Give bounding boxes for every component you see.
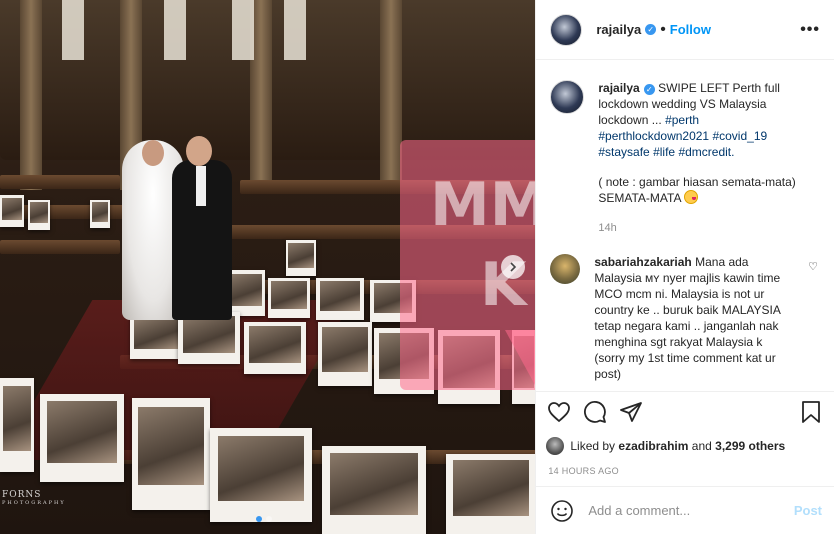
likes-summary: Liked by ezadibrahim and 3,299 others — [546, 434, 824, 458]
guest-photo — [210, 428, 312, 522]
caption-author-avatar[interactable] — [550, 80, 585, 114]
hashtag-link[interactable]: #perthlockdown2021 — [598, 129, 709, 143]
commenter-avatar[interactable] — [550, 254, 581, 284]
add-comment-bar: Post — [536, 486, 834, 534]
hashtag-link[interactable]: #staysafe — [598, 145, 649, 159]
author-username[interactable]: rajailya — [596, 22, 641, 37]
chevron-right-icon — [510, 262, 517, 272]
guest-photo — [40, 394, 124, 482]
guest-photo — [244, 322, 306, 374]
post-timestamp[interactable]: 14 HOURS AGO — [548, 466, 824, 476]
guest-photo — [268, 278, 310, 318]
post-media[interactable]: MM K FORNS PHOTOGRAPHY — [0, 0, 536, 534]
action-icons — [546, 396, 824, 428]
groom-shirt — [196, 166, 206, 206]
church-pillar — [380, 0, 402, 190]
church-banner — [164, 0, 186, 60]
guest-photo — [130, 315, 182, 359]
photo-credit: FORNS PHOTOGRAPHY — [2, 490, 66, 506]
liker-avatar[interactable] — [546, 437, 565, 455]
photo-credit-sub: PHOTOGRAPHY — [2, 500, 66, 506]
hashtag-link[interactable]: #dmcredit. — [678, 145, 734, 159]
groom-head — [186, 136, 212, 166]
bride-head — [142, 140, 164, 166]
guest-photo — [286, 240, 316, 276]
commenter-username[interactable]: sabariahzakariah — [594, 255, 691, 269]
liker-username[interactable]: ezadibrahim — [618, 439, 688, 453]
watermark-text-top: MM — [430, 170, 536, 240]
caption-note: ( note : gambar hiasan semata-mata) SEMA… — [598, 174, 808, 206]
comments-section[interactable]: rajailya ✓ SWIPE LEFT Perth full lockdown… — [536, 60, 834, 391]
comment-text: Mana ada Malaysia ᴍʏ nyer majlis kawin t… — [594, 255, 781, 381]
guest-photo — [0, 378, 34, 472]
guest-photo — [28, 200, 50, 230]
comment-like-heart-icon[interactable]: ♡ — [808, 260, 818, 273]
guest-photo — [446, 454, 536, 534]
church-banner — [62, 0, 84, 60]
post-actions: Liked by ezadibrahim and 3,299 others 14… — [536, 391, 834, 486]
photo-credit-main: FORNS — [2, 490, 42, 500]
church-banner — [232, 0, 254, 60]
more-options-icon[interactable]: ••• — [800, 21, 820, 39]
hashtag-link[interactable]: #life — [653, 145, 675, 159]
caption-note-text: ( note : gambar hiasan semata-mata) SEMA… — [598, 175, 796, 205]
carousel-dot — [266, 516, 272, 522]
church-pillar — [20, 0, 42, 190]
save-bookmark-icon[interactable] — [798, 399, 824, 425]
carousel-indicator — [256, 516, 272, 522]
guest-photo — [322, 446, 426, 534]
comment-body: sabariahzakariah Mana ada Malaysia ᴍʏ ny… — [594, 254, 794, 382]
share-paper-plane-icon[interactable] — [618, 399, 644, 425]
post-comment-button[interactable]: Post — [794, 503, 822, 518]
emoji-smile-icon[interactable] — [550, 499, 574, 523]
hashtag-link[interactable]: #covid_19 — [712, 129, 767, 143]
church-pew — [0, 175, 120, 189]
likes-prefix: Liked by — [570, 439, 616, 453]
guest-photo — [90, 200, 110, 228]
caption-time[interactable]: 14h — [598, 220, 808, 236]
carousel-next-button[interactable] — [501, 255, 525, 279]
author-avatar[interactable] — [550, 13, 583, 46]
likes-middle: and — [691, 439, 712, 453]
hashtag-link[interactable]: #perth — [665, 113, 699, 127]
post-side-panel: rajailya ✓ • Follow ••• rajailya ✓ SWIPE … — [535, 0, 834, 534]
post-header: rajailya ✓ • Follow ••• — [536, 0, 834, 60]
church-pew — [0, 240, 120, 254]
follow-button[interactable]: Follow — [670, 22, 711, 37]
watermark-tail — [505, 330, 536, 385]
instagram-post: MM K FORNS PHOTOGRAPHY rajailya ✓ • Foll… — [0, 0, 834, 534]
carousel-dot — [256, 516, 262, 522]
guest-photo — [132, 398, 210, 510]
verified-badge-icon: ✓ — [645, 24, 657, 35]
caption-body: rajailya ✓ SWIPE LEFT Perth full lockdown… — [598, 80, 808, 236]
emoji-tongue-icon — [684, 190, 699, 204]
guest-photo — [318, 322, 372, 386]
header-separator: • — [660, 20, 666, 38]
like-heart-icon[interactable] — [546, 399, 572, 425]
comment-bubble-icon[interactable] — [582, 399, 608, 425]
church-banner — [284, 0, 306, 60]
verified-badge-icon: ✓ — [643, 84, 655, 95]
likes-count[interactable]: 3,299 others — [715, 439, 785, 453]
guest-photo — [316, 278, 364, 320]
caption-username[interactable]: rajailya — [598, 81, 639, 95]
add-comment-input[interactable] — [586, 502, 794, 519]
comment-item: sabariahzakariah Mana ada Malaysia ᴍʏ ny… — [550, 254, 820, 382]
caption: rajailya ✓ SWIPE LEFT Perth full lockdown… — [550, 80, 820, 236]
guest-photo — [0, 195, 24, 227]
